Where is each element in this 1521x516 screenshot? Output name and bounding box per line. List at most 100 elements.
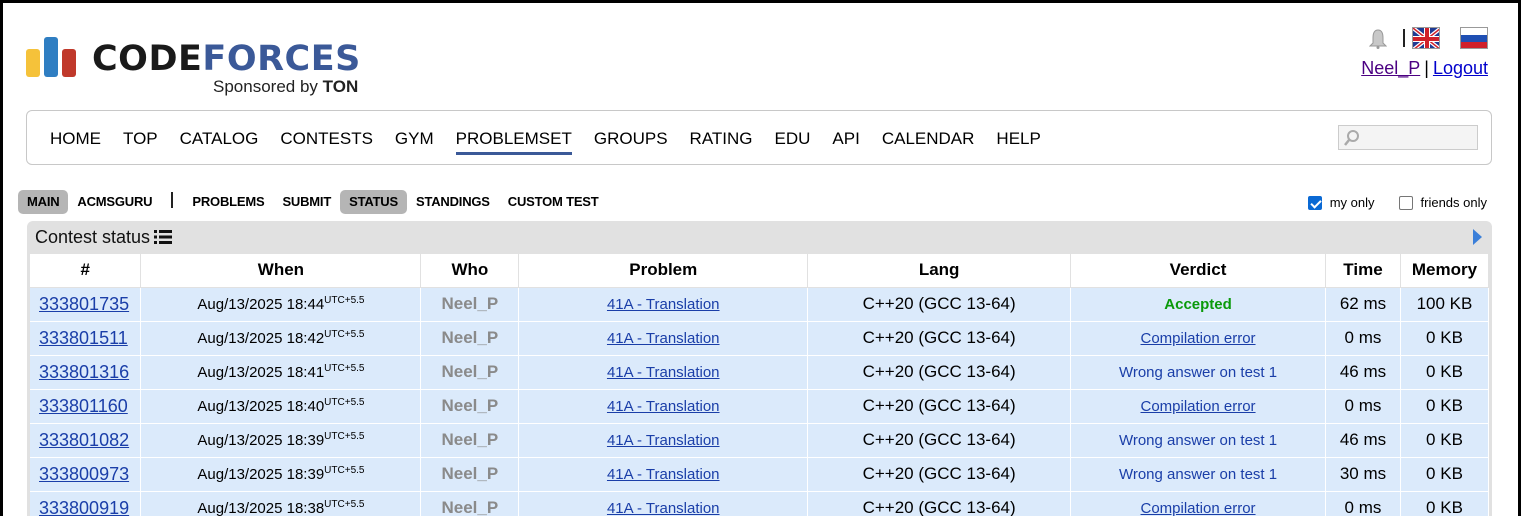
verdict: Wrong answer on test 1: [1118, 431, 1278, 449]
menu-item-gym[interactable]: GYM: [395, 128, 434, 155]
author-name[interactable]: Neel_P: [420, 457, 520, 492]
verdict[interactable]: Compilation error: [1141, 330, 1256, 347]
language: C++20 (GCC 13-64): [807, 287, 1072, 322]
verdict[interactable]: Compilation error: [1141, 398, 1256, 415]
submission-id-link[interactable]: 333800919: [39, 498, 129, 516]
time-consumed: 62 ms: [1325, 287, 1401, 322]
author-name[interactable]: Neel_P: [420, 389, 520, 424]
author-name[interactable]: Neel_P: [420, 287, 520, 322]
problem-link[interactable]: 41A - Translation: [607, 500, 720, 516]
submenu-submit[interactable]: SUBMIT: [273, 190, 340, 214]
table-row: 333801511 Aug/13/2025 18:42UTC+5.5 Neel_P 4…: [30, 321, 1490, 356]
english-flag-icon[interactable]: [1412, 27, 1440, 49]
submission-id-link[interactable]: 333801735: [39, 294, 129, 314]
submission-id-link[interactable]: 333801316: [39, 362, 129, 382]
author-name[interactable]: Neel_P: [420, 321, 520, 356]
logo-bars-icon: [26, 35, 80, 77]
problem-link[interactable]: 41A - Translation: [607, 432, 720, 449]
submission-time: Aug/13/2025 18:44UTC+5.5: [140, 287, 422, 322]
notification-bell-icon[interactable]: [1368, 29, 1388, 51]
column-header: Verdict: [1070, 254, 1326, 288]
table-row: 333801735 Aug/13/2025 18:44UTC+5.5 Neel_P 4…: [30, 287, 1490, 322]
submenu-main[interactable]: MAIN: [18, 190, 69, 214]
contest-status-panel: Contest status # When Who Problem Lang Verdic…: [27, 221, 1492, 516]
menu-item-groups[interactable]: GROUPS: [594, 128, 668, 155]
author-name[interactable]: Neel_P: [420, 355, 520, 390]
submission-id-link[interactable]: 333800973: [39, 464, 129, 484]
search-input[interactable]: [1338, 125, 1478, 150]
column-header: Who: [420, 254, 520, 288]
menu-item-problemset[interactable]: PROBLEMSET: [455, 128, 572, 155]
time-consumed: 46 ms: [1325, 355, 1401, 390]
problem-link[interactable]: 41A - Translation: [607, 398, 720, 415]
problem-link[interactable]: 41A - Translation: [607, 466, 720, 483]
status-filters: my only friends only: [1307, 195, 1487, 210]
submenu-status[interactable]: STATUS: [340, 190, 407, 214]
submission-id-link[interactable]: 333801160: [39, 396, 128, 416]
menu-item-catalog[interactable]: CATALOG: [180, 128, 259, 155]
profile-link[interactable]: Neel_P: [1361, 58, 1420, 78]
time-consumed: 46 ms: [1325, 423, 1401, 458]
submission-id-link[interactable]: 333801082: [39, 430, 129, 450]
logo-text: CODEFORCES: [92, 39, 361, 79]
arrow-right-icon[interactable]: [1473, 229, 1482, 245]
page-frame: CODEFORCES Sponsored by TON Neel_P | Logou…: [0, 0, 1521, 516]
submenu-custom-test[interactable]: CUSTOM TEST: [499, 190, 608, 214]
submission-time: Aug/13/2025 18:38UTC+5.5: [140, 491, 422, 516]
header-user-area: Neel_P | Logout: [1288, 25, 1488, 85]
table-row: 333801316 Aug/13/2025 18:41UTC+5.5 Neel_P 4…: [30, 355, 1490, 390]
submenu-acmsguru[interactable]: ACMSGURU: [68, 190, 161, 214]
menu-item-help[interactable]: HELP: [996, 128, 1040, 155]
submenu-problems[interactable]: PROBLEMS: [183, 190, 273, 214]
table-row: 333801082 Aug/13/2025 18:39UTC+5.5 Neel_P 4…: [30, 423, 1490, 458]
my-only-checkbox[interactable]: [1307, 196, 1322, 210]
my-only-label: my only: [1329, 195, 1375, 210]
submission-time: Aug/13/2025 18:42UTC+5.5: [140, 321, 422, 356]
table-row: 333800919 Aug/13/2025 18:38UTC+5.5 Neel_P 4…: [30, 491, 1490, 516]
timezone-label: UTC+5.5: [324, 465, 365, 476]
menu-item-calendar[interactable]: CALENDAR: [882, 128, 975, 155]
timezone-label: UTC+5.5: [324, 397, 365, 408]
main-menu: HOME TOP CATALOG CONTESTS GYM PROBLEMSET GROUP…: [26, 110, 1492, 165]
submission-time: Aug/13/2025 18:39UTC+5.5: [140, 457, 422, 492]
problem-link[interactable]: 41A - Translation: [607, 296, 720, 313]
menu-item-rating[interactable]: RATING: [690, 128, 753, 155]
problem-link[interactable]: 41A - Translation: [607, 364, 720, 381]
menu-item-home[interactable]: HOME: [50, 128, 101, 155]
memory-consumed: 0 KB: [1400, 457, 1490, 492]
submission-time: Aug/13/2025 18:39UTC+5.5: [140, 423, 422, 458]
timezone-label: UTC+5.5: [324, 499, 365, 510]
submenu-standings[interactable]: STANDINGS: [407, 190, 499, 214]
sponsor-text: Sponsored by TON: [213, 77, 359, 96]
verdict[interactable]: Compilation error: [1141, 500, 1256, 516]
russian-flag-icon[interactable]: [1460, 27, 1488, 49]
friends-only-label: friends only: [1420, 195, 1487, 210]
timezone-label: UTC+5.5: [324, 295, 365, 306]
friends-only-checkbox[interactable]: [1398, 196, 1413, 210]
submenu-separator: [171, 192, 174, 208]
timezone-label: UTC+5.5: [324, 431, 365, 442]
problem-link[interactable]: 41A - Translation: [607, 330, 720, 347]
menu-item-top[interactable]: TOP: [123, 128, 158, 155]
language: C++20 (GCC 13-64): [807, 457, 1072, 492]
author-name[interactable]: Neel_P: [420, 423, 520, 458]
submission-id-link[interactable]: 333801511: [39, 328, 128, 348]
logout-link[interactable]: Logout: [1433, 58, 1488, 78]
language: C++20 (GCC 13-64): [807, 491, 1072, 516]
status-title: Contest status: [35, 227, 173, 248]
menu-item-edu[interactable]: EDU: [775, 128, 811, 155]
timezone-label: UTC+5.5: [324, 329, 365, 340]
verdict: Wrong answer on test 1: [1118, 363, 1278, 381]
menu-item-api[interactable]: API: [832, 128, 859, 155]
column-header: When: [140, 254, 422, 288]
column-header: Memory: [1400, 254, 1490, 288]
author-name[interactable]: Neel_P: [420, 491, 520, 516]
status-table: # When Who Problem Lang Verdict Time Memory 333…: [30, 254, 1490, 516]
memory-consumed: 0 KB: [1400, 355, 1490, 390]
memory-consumed: 0 KB: [1400, 491, 1490, 516]
memory-consumed: 100 KB: [1400, 287, 1490, 322]
menu-item-contests[interactable]: CONTESTS: [280, 128, 373, 155]
submission-time: Aug/13/2025 18:40UTC+5.5: [140, 389, 422, 424]
user-links: Neel_P | Logout: [1361, 58, 1488, 78]
codeforces-logo[interactable]: CODEFORCES Sponsored by TON: [26, 35, 376, 97]
